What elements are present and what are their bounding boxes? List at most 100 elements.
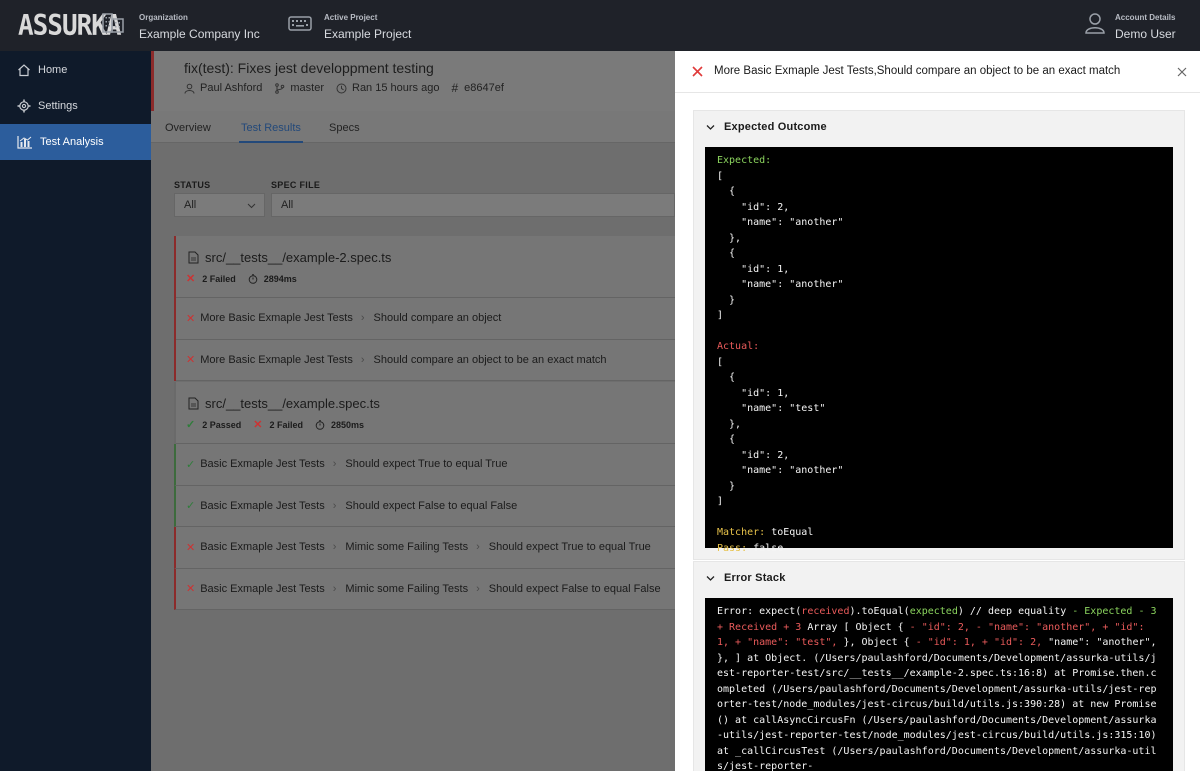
spec-file-name: src/__tests__/example.spec.ts <box>188 396 380 411</box>
test-row[interactable]: ✕ More Basic Exmaple Jest Tests › Should… <box>176 298 675 340</box>
panel-header: More Basic Exmaple Jest Tests,Should com… <box>675 51 1200 93</box>
commit-run-time: Ran 15 hours ago <box>336 82 439 94</box>
main-content: fix(test): Fixes jest developpment testi… <box>151 51 675 771</box>
sidebar-item-test-analysis[interactable]: Test Analysis <box>0 124 151 160</box>
test-name: Should expect False to equal False <box>488 582 661 595</box>
status-filter-value: All <box>184 199 197 211</box>
sidebar-item-label: Test Analysis <box>40 136 104 148</box>
test-row[interactable]: ✕ Basic Exmaple Jest Tests › Mimic some … <box>174 527 675 569</box>
expected-outcome-toggle[interactable]: Expected Outcome <box>694 111 1184 143</box>
sidebar-item-label: Settings <box>38 100 78 112</box>
stack-diff: - "id": 1, + "id": 2, <box>915 637 1043 648</box>
test-row[interactable]: ✕ More Basic Exmaple Jest Tests › Should… <box>176 340 675 381</box>
test-suite: Basic Exmaple Jest Tests <box>200 458 325 471</box>
spec-header[interactable]: src/__tests__/example-2.spec.ts ✕ 2 Fail… <box>176 236 675 298</box>
status-filter-select[interactable]: All <box>174 193 265 217</box>
project-label: Active Project <box>324 13 378 22</box>
pass-icon: ✓ <box>186 458 196 471</box>
fail-icon: ✕ <box>253 419 263 431</box>
user-icon <box>1085 13 1105 34</box>
stack-received: received <box>801 606 850 617</box>
chevron-down-icon <box>706 124 715 130</box>
spec-stats: ✕ 2 Failed 2894ms <box>186 272 309 285</box>
commit-branch: master <box>274 82 324 94</box>
stack-text: Error: expect( <box>717 606 802 617</box>
sidebar-item-settings[interactable]: Settings <box>0 88 151 124</box>
pass-icon: ✓ <box>186 500 196 513</box>
stack-text: ).toEqual( <box>849 606 910 617</box>
stopwatch-icon <box>315 419 325 430</box>
tab-overview[interactable]: Overview <box>165 122 211 134</box>
test-name: Should compare an object <box>373 312 502 325</box>
test-subsuite: Mimic some Failing Tests <box>345 541 469 554</box>
section-title: Error Stack <box>724 572 786 584</box>
spec-file-filter-select[interactable]: All <box>271 193 675 217</box>
spec-header[interactable]: src/__tests__/example.spec.ts ✓ 2 Passed… <box>176 382 675 444</box>
test-suite: Basic Exmaple Jest Tests <box>200 499 325 512</box>
sidebar-item-label: Home <box>38 64 68 76</box>
commit-title: fix(test): Fixes jest developpment testi… <box>184 60 434 76</box>
tab-test-results[interactable]: Test Results <box>239 122 303 143</box>
project-name: Example Project <box>324 27 412 41</box>
close-icon[interactable] <box>1177 67 1187 77</box>
test-suite: More Basic Exmaple Jest Tests <box>200 312 353 325</box>
error-stack-toggle[interactable]: Error Stack <box>694 562 1184 594</box>
file-icon <box>188 251 199 264</box>
spec-duration: 2850ms <box>330 419 365 430</box>
branch-icon <box>275 82 285 94</box>
matcher-value: toEqual <box>771 527 814 538</box>
fail-icon: ✕ <box>186 312 196 325</box>
test-row[interactable]: ✓ Basic Exmaple Jest Tests › Should expe… <box>174 485 675 527</box>
section-title: Expected Outcome <box>724 121 827 133</box>
stack-text: Array [ Object { <box>801 621 910 633</box>
sidebar: Home Settings Test Analysis <box>0 51 151 771</box>
spec-file-filter-label: SPEC FILE <box>271 180 321 190</box>
chevron-right-icon: › <box>360 312 365 325</box>
status-filter-label: STATUS <box>174 180 211 190</box>
organization-label: Organization <box>139 13 188 22</box>
top-bar: ASSURKA Organization Example Company Inc… <box>0 0 1200 51</box>
test-row[interactable]: ✓ Basic Exmaple Jest Tests › Should expe… <box>174 444 675 486</box>
chevron-right-icon: › <box>476 541 480 554</box>
account-label: Account Details <box>1115 13 1176 22</box>
organization-name: Example Company Inc <box>139 27 260 41</box>
stack-text: "name": "another", }, ] at Object. (/Use… <box>717 637 1163 771</box>
commit-run-time-text: Ran 15 hours ago <box>352 82 440 94</box>
test-suite: Basic Exmaple Jest Tests <box>200 582 325 595</box>
expected-value: [ { "id": 2, "name": "another" }, { "id"… <box>717 170 844 322</box>
chevron-right-icon: › <box>360 353 365 366</box>
chevron-right-icon: › <box>476 582 480 595</box>
fail-icon: ✕ <box>186 273 196 285</box>
test-subsuite: Mimic some Failing Tests <box>345 582 469 595</box>
actual-label: Actual: <box>717 341 760 352</box>
expected-outcome-section: Expected Outcome Expected: [ { "id": 2, … <box>693 110 1185 560</box>
chevron-down-icon <box>247 203 256 209</box>
test-name: Should compare an object to be an exact … <box>373 353 607 366</box>
home-icon <box>18 64 30 77</box>
sidebar-item-home[interactable]: Home <box>0 52 151 88</box>
passed-count: 2 Passed <box>202 419 242 430</box>
spec-stats: ✓ 2 Passed ✕ 2 Failed 2850ms <box>186 418 376 431</box>
stopwatch-icon <box>248 273 258 284</box>
spec-file-filter-value: All <box>281 199 294 211</box>
fail-icon <box>692 66 703 77</box>
stack-text: }, Object { <box>837 637 916 648</box>
spec-group: src/__tests__/example-2.spec.ts ✕ 2 Fail… <box>174 236 675 381</box>
failed-count: 2 Failed <box>202 273 236 284</box>
commit-author: Paul Ashford <box>184 82 262 94</box>
user-icon <box>184 83 195 94</box>
account-name: Demo User <box>1115 27 1176 41</box>
pass-icon: ✓ <box>186 419 196 431</box>
commit-header: fix(test): Fixes jest developpment testi… <box>151 51 675 111</box>
test-row[interactable]: ✕ Basic Exmaple Jest Tests › Mimic some … <box>174 568 675 610</box>
test-name: Should expect True to equal True <box>345 458 508 471</box>
chart-icon <box>17 136 32 149</box>
test-suite: Basic Exmaple Jest Tests <box>200 541 325 554</box>
stack-text: ) // deep equality <box>957 606 1073 617</box>
tab-specs[interactable]: Specs <box>329 122 360 134</box>
matcher-label: Matcher: <box>717 527 766 538</box>
fail-icon: ✕ <box>186 583 196 596</box>
chevron-right-icon: › <box>332 458 337 471</box>
spec-file-name-text: src/__tests__/example-2.spec.ts <box>205 250 392 265</box>
spec-duration: 2894ms <box>263 273 297 284</box>
